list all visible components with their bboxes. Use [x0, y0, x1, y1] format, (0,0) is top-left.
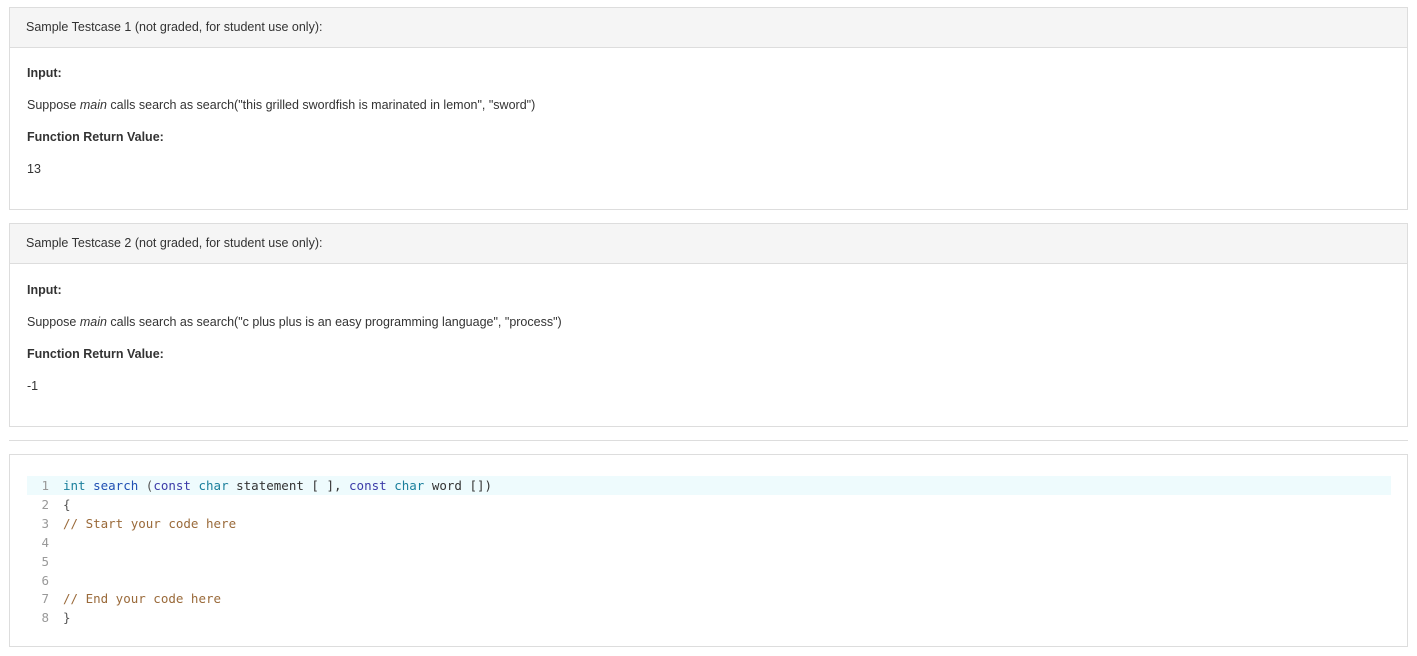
input-suffix: calls search as search("this grilled swo…: [106, 98, 536, 112]
divider: [9, 440, 1408, 441]
code-text: {: [63, 497, 71, 512]
code-comment: // Start your code here: [63, 516, 237, 531]
return-value: 13: [27, 162, 41, 176]
line-number: 3: [41, 516, 49, 531]
line-number: 5: [41, 554, 49, 569]
code-line-8[interactable]: 8}: [27, 608, 1391, 627]
line-number: 1: [41, 478, 49, 493]
input-main-italic: main: [79, 315, 107, 329]
token-char: char: [198, 478, 229, 493]
line-number: 6: [41, 573, 49, 588]
input-suffix: calls search as search("c plus plus is a…: [106, 315, 562, 329]
token-word: word []): [424, 478, 493, 493]
token-search: search: [93, 478, 139, 493]
input-label: Input:: [27, 66, 62, 80]
line-number: 7: [41, 591, 49, 606]
line-number: 8: [41, 610, 49, 625]
line-number: 2: [41, 497, 49, 512]
code-line-6[interactable]: 6: [27, 571, 1391, 590]
input-prefix: Suppose: [27, 315, 80, 329]
code-line-4[interactable]: 4: [27, 533, 1391, 552]
code-editor[interactable]: 1 int search (const char statement [ ], c…: [9, 454, 1408, 647]
token-paren: (: [138, 478, 154, 493]
input-prefix: Suppose: [27, 98, 80, 112]
return-value: -1: [27, 379, 39, 393]
testcase-header: Sample Testcase 1 (not graded, for stude…: [10, 8, 1407, 48]
token-const: const: [349, 478, 387, 493]
token-const: const: [153, 478, 191, 493]
token-int: int: [63, 478, 86, 493]
input-label: Input:: [27, 283, 62, 297]
code-line-5[interactable]: 5: [27, 552, 1391, 571]
code-line-3[interactable]: 3 // Start your code here: [27, 514, 1391, 533]
code-line-2[interactable]: 2{: [27, 495, 1391, 514]
input-text: Suppose main calls search as search("thi…: [27, 98, 535, 112]
line-number: 4: [41, 535, 49, 550]
return-label: Function Return Value:: [27, 130, 164, 144]
code-comment: // End your code here: [63, 591, 222, 606]
input-main-italic: main: [79, 98, 107, 112]
sample-testcase-1: Sample Testcase 1 (not graded, for stude…: [9, 7, 1408, 210]
token-char: char: [394, 478, 425, 493]
input-text: Suppose main calls search as search("c p…: [27, 315, 562, 329]
code-line-1[interactable]: 1 int search (const char statement [ ], c…: [27, 476, 1391, 495]
code-text: }: [63, 610, 71, 625]
code-line-7[interactable]: 7 // End your code here: [27, 589, 1391, 608]
testcase-header: Sample Testcase 2 (not graded, for stude…: [10, 224, 1407, 264]
sample-testcase-2: Sample Testcase 2 (not graded, for stude…: [9, 223, 1408, 427]
token-statement: statement [ ],: [228, 478, 350, 493]
return-label: Function Return Value:: [27, 347, 164, 361]
